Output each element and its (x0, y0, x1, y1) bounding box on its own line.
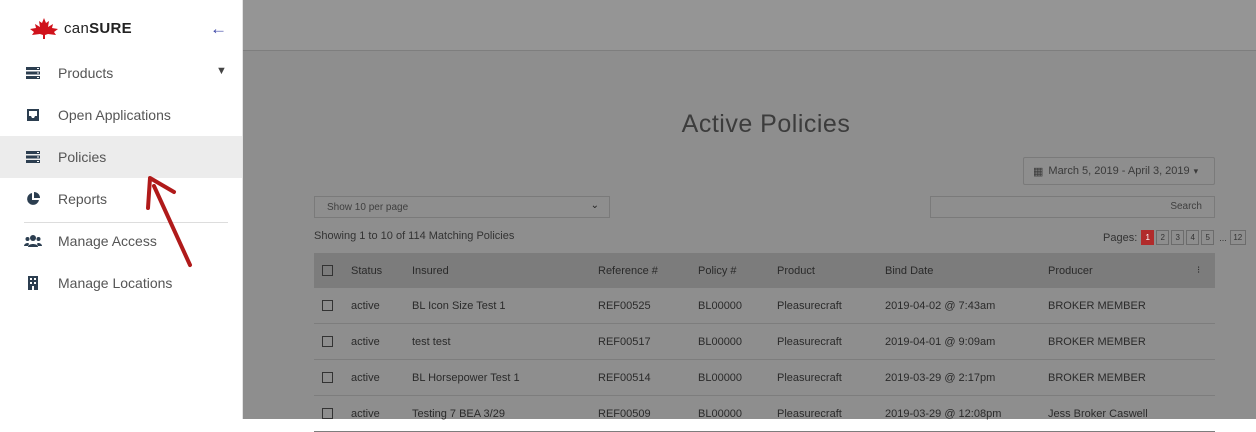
cell-status: active (351, 335, 380, 348)
sidebar-item-open-applications[interactable]: Open Applications (0, 94, 242, 136)
cell-reference: REF00509 (598, 407, 651, 420)
page-button[interactable]: 4 (1186, 230, 1200, 245)
column-header-insured[interactable]: Insured (412, 265, 449, 277)
cell-insured: BL Horsepower Test 1 (412, 371, 520, 384)
sidebar-item-label: Open Applications (58, 107, 171, 123)
cell-status: active (351, 407, 380, 420)
column-header-producer[interactable]: Producer (1048, 265, 1093, 277)
calendar-icon: ▦ (1033, 165, 1044, 178)
table-row[interactable]: active BL Icon Size Test 1 REF00525 BL00… (314, 288, 1215, 324)
cell-insured: Testing 7 BEA 3/29 (412, 407, 505, 420)
page-title: Active Policies (681, 110, 851, 138)
column-header-policy[interactable]: Policy # (698, 265, 737, 277)
cell-reference: REF00514 (598, 371, 651, 384)
sidebar-item-manage-locations[interactable]: Manage Locations (0, 262, 242, 304)
cell-producer: BROKER MEMBER (1048, 335, 1146, 348)
cell-producer: Jess Broker Caswell (1048, 407, 1148, 420)
table-header: Status Insured Reference # Policy # Prod… (314, 253, 1215, 288)
search-input[interactable]: Search (930, 196, 1215, 218)
users-icon (24, 232, 42, 250)
column-header-product[interactable]: Product (777, 265, 815, 277)
cell-bind-date: 2019-03-29 @ 2:17pm (885, 371, 996, 384)
date-range-picker[interactable]: ▦ March 5, 2019 - April 3, 2019 ▾ (1023, 157, 1215, 185)
chevron-down-icon: ⌄ (590, 200, 599, 211)
cell-bind-date: 2019-03-29 @ 12:08pm (885, 407, 1002, 420)
sidebar-item-label: Products (58, 65, 114, 81)
cell-reference: REF00525 (598, 299, 651, 312)
page-button-last[interactable]: 12 (1229, 230, 1246, 245)
table-row[interactable]: active BL Horsepower Test 1 REF00514 BL0… (314, 360, 1215, 396)
page-size-value: Show 10 per page (327, 201, 409, 213)
server-icon (24, 64, 42, 82)
cell-status: active (351, 299, 380, 312)
brand-logo[interactable]: canSURE (28, 14, 132, 42)
pagination-ellipsis: ... (1219, 232, 1227, 243)
cell-policy: BL00000 (698, 335, 743, 348)
pagination: Pages: 1 2 3 4 5 ... 12 (1103, 230, 1248, 245)
row-checkbox[interactable] (322, 408, 333, 419)
cell-producer: BROKER MEMBER (1048, 299, 1146, 312)
column-options-icon[interactable]: ⁝ (1197, 265, 1200, 276)
chevron-down-icon[interactable]: ▼ (216, 65, 227, 77)
row-checkbox[interactable] (322, 372, 333, 383)
inbox-icon (24, 106, 42, 124)
column-header-status[interactable]: Status (351, 265, 382, 277)
caret-down-icon: ▾ (1193, 165, 1199, 176)
main-content: Active Policies ▦ March 5, 2019 - April … (243, 0, 1256, 432)
brand-light-text: can (64, 19, 90, 37)
maple-leaf-icon (30, 18, 58, 39)
results-count: Showing 1 to 10 of 114 Matching Policies (314, 230, 515, 242)
table-row[interactable]: active test test REF00517 BL00000 Pleasu… (314, 324, 1215, 360)
cell-product: Pleasurecraft (777, 371, 842, 384)
sidebar-item-products[interactable]: Products ▼ (0, 52, 242, 94)
column-header-reference[interactable]: Reference # (598, 265, 658, 277)
table-row[interactable]: active Testing 7 BEA 3/29 REF00509 BL000… (314, 396, 1215, 432)
cell-policy: BL00000 (698, 371, 743, 384)
cell-policy: BL00000 (698, 299, 743, 312)
sidebar-item-manage-access[interactable]: Manage Access (0, 220, 242, 262)
cell-product: Pleasurecraft (777, 335, 842, 348)
page-button[interactable]: 3 (1171, 230, 1185, 245)
cell-insured: BL Icon Size Test 1 (412, 299, 506, 312)
row-checkbox[interactable] (322, 300, 333, 311)
server-icon (24, 148, 42, 166)
sidebar-item-label: Manage Locations (58, 275, 173, 291)
select-all-checkbox[interactable] (322, 265, 333, 276)
cell-insured: test test (412, 335, 451, 348)
pie-chart-icon (24, 190, 42, 208)
cell-bind-date: 2019-04-02 @ 7:43am (885, 299, 996, 312)
sidebar-item-reports[interactable]: Reports (0, 178, 242, 220)
page-button[interactable]: 1 (1141, 230, 1155, 245)
cell-product: Pleasurecraft (777, 407, 842, 420)
cell-reference: REF00517 (598, 335, 651, 348)
policies-table: Status Insured Reference # Policy # Prod… (314, 253, 1215, 432)
page-size-select[interactable]: Show 10 per page ⌄ (314, 196, 610, 218)
cell-status: active (351, 371, 380, 384)
sidebar-menu: Products ▼ Open Applications Policies Re… (0, 52, 242, 304)
sidebar-item-policies[interactable]: Policies (0, 136, 242, 178)
building-icon (24, 274, 42, 292)
row-checkbox[interactable] (322, 336, 333, 347)
brand-name: canSURE (64, 20, 132, 37)
cell-product: Pleasurecraft (777, 299, 842, 312)
annotation-arrow-icon (146, 176, 192, 267)
page-button[interactable]: 5 (1201, 230, 1215, 245)
sidebar-item-label: Reports (58, 191, 108, 207)
date-range-value: March 5, 2019 - April 3, 2019 (1048, 165, 1190, 177)
cell-producer: BROKER MEMBER (1048, 371, 1146, 384)
sidebar: canSURE ← Products ▼ Open Applications P… (0, 0, 243, 419)
page-button[interactable]: 2 (1156, 230, 1170, 245)
sidebar-item-label: Policies (58, 149, 107, 165)
brand-bold-text: SURE (89, 19, 132, 37)
pagination-label: Pages: (1103, 231, 1138, 244)
cell-bind-date: 2019-04-01 @ 9:09am (885, 335, 996, 348)
column-header-bind-date[interactable]: Bind Date (885, 265, 933, 277)
collapse-sidebar-arrow-icon[interactable]: ← (210, 20, 227, 37)
top-bar (243, 0, 1256, 51)
cell-policy: BL00000 (698, 407, 743, 420)
